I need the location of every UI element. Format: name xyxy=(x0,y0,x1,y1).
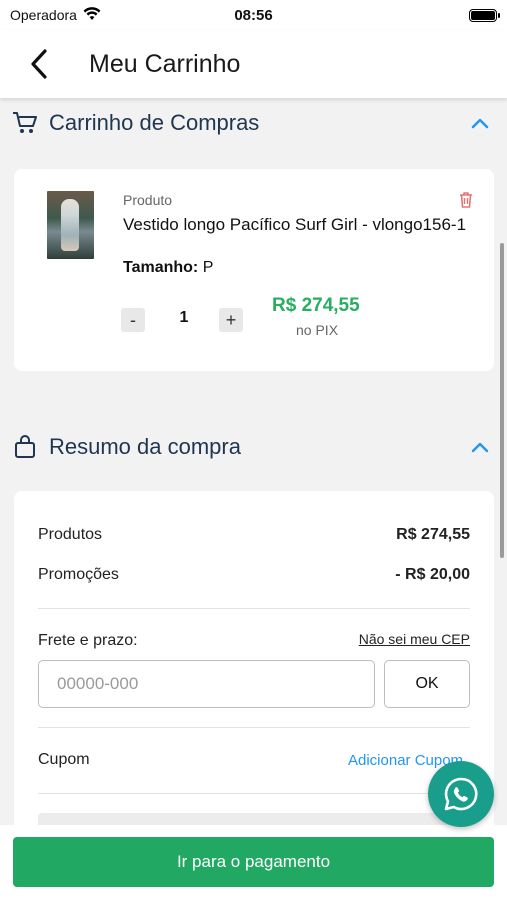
products-value: R$ 274,55 xyxy=(396,526,470,543)
product-image[interactable] xyxy=(47,191,94,259)
cart-content[interactable]: Carrinho de Compras Produto Vestido long… xyxy=(0,98,507,825)
unknown-cep-link[interactable]: Não sei meu CEP xyxy=(359,631,470,647)
carrier-label: Operadora xyxy=(10,7,77,23)
status-bar: Operadora 08:56 xyxy=(0,0,507,30)
summary-section-header[interactable]: Resumo da compra xyxy=(0,422,507,472)
divider xyxy=(38,727,470,728)
product-price: R$ 274,55 xyxy=(272,295,360,316)
wifi-icon xyxy=(83,6,101,24)
whatsapp-button[interactable] xyxy=(428,761,494,827)
page-title: Meu Carrinho xyxy=(89,49,241,78)
battery-icon xyxy=(469,8,500,22)
product-label: Produto xyxy=(123,192,173,208)
chevron-up-icon[interactable] xyxy=(469,112,491,134)
quantity-value: 1 xyxy=(179,309,189,326)
app-header: Meu Carrinho xyxy=(0,30,507,98)
summary-card: Produtos R$ 274,55 Promoções - R$ 20,00 … xyxy=(14,491,494,825)
coupon-label: Cupom xyxy=(38,751,90,768)
divider xyxy=(38,608,470,609)
promotions-label: Promoções xyxy=(38,566,119,583)
price-note: no PIX xyxy=(296,322,339,338)
products-label: Produtos xyxy=(38,526,103,543)
shipping-label: Frete e prazo: xyxy=(38,632,138,649)
chevron-left-icon xyxy=(31,49,47,79)
size-label: Tamanho: xyxy=(123,259,199,276)
cart-item-card: Produto Vestido longo Pacífico Surf Girl… xyxy=(14,169,494,371)
cart-section-title: Carrinho de Compras xyxy=(49,110,260,135)
product-size: Tamanho: P xyxy=(123,259,213,277)
decrease-quantity-button[interactable]: - xyxy=(121,308,145,332)
summary-section-title: Resumo da compra xyxy=(49,434,241,459)
divider xyxy=(38,793,470,794)
chevron-up-icon[interactable] xyxy=(469,436,491,458)
scrollbar[interactable] xyxy=(500,243,504,558)
summary-next-block xyxy=(38,813,470,825)
cep-input[interactable] xyxy=(38,660,375,708)
cart-icon xyxy=(12,110,38,136)
whatsapp-icon xyxy=(444,777,478,811)
checkout-footer: Ir para o pagamento xyxy=(0,825,507,900)
increase-quantity-button[interactable]: + xyxy=(219,308,243,332)
go-to-payment-button[interactable]: Ir para o pagamento xyxy=(13,837,494,887)
promotions-value: - R$ 20,00 xyxy=(395,566,470,583)
cart-section-header[interactable]: Carrinho de Compras xyxy=(0,98,507,148)
status-left: Operadora xyxy=(10,6,101,24)
ok-button[interactable]: OK xyxy=(384,660,470,708)
back-button[interactable] xyxy=(14,39,64,89)
size-value: P xyxy=(202,259,214,276)
product-name[interactable]: Vestido longo Pacífico Surf Girl - vlong… xyxy=(123,214,468,236)
shopping-bag-icon xyxy=(12,434,38,460)
trash-icon[interactable] xyxy=(456,190,476,210)
